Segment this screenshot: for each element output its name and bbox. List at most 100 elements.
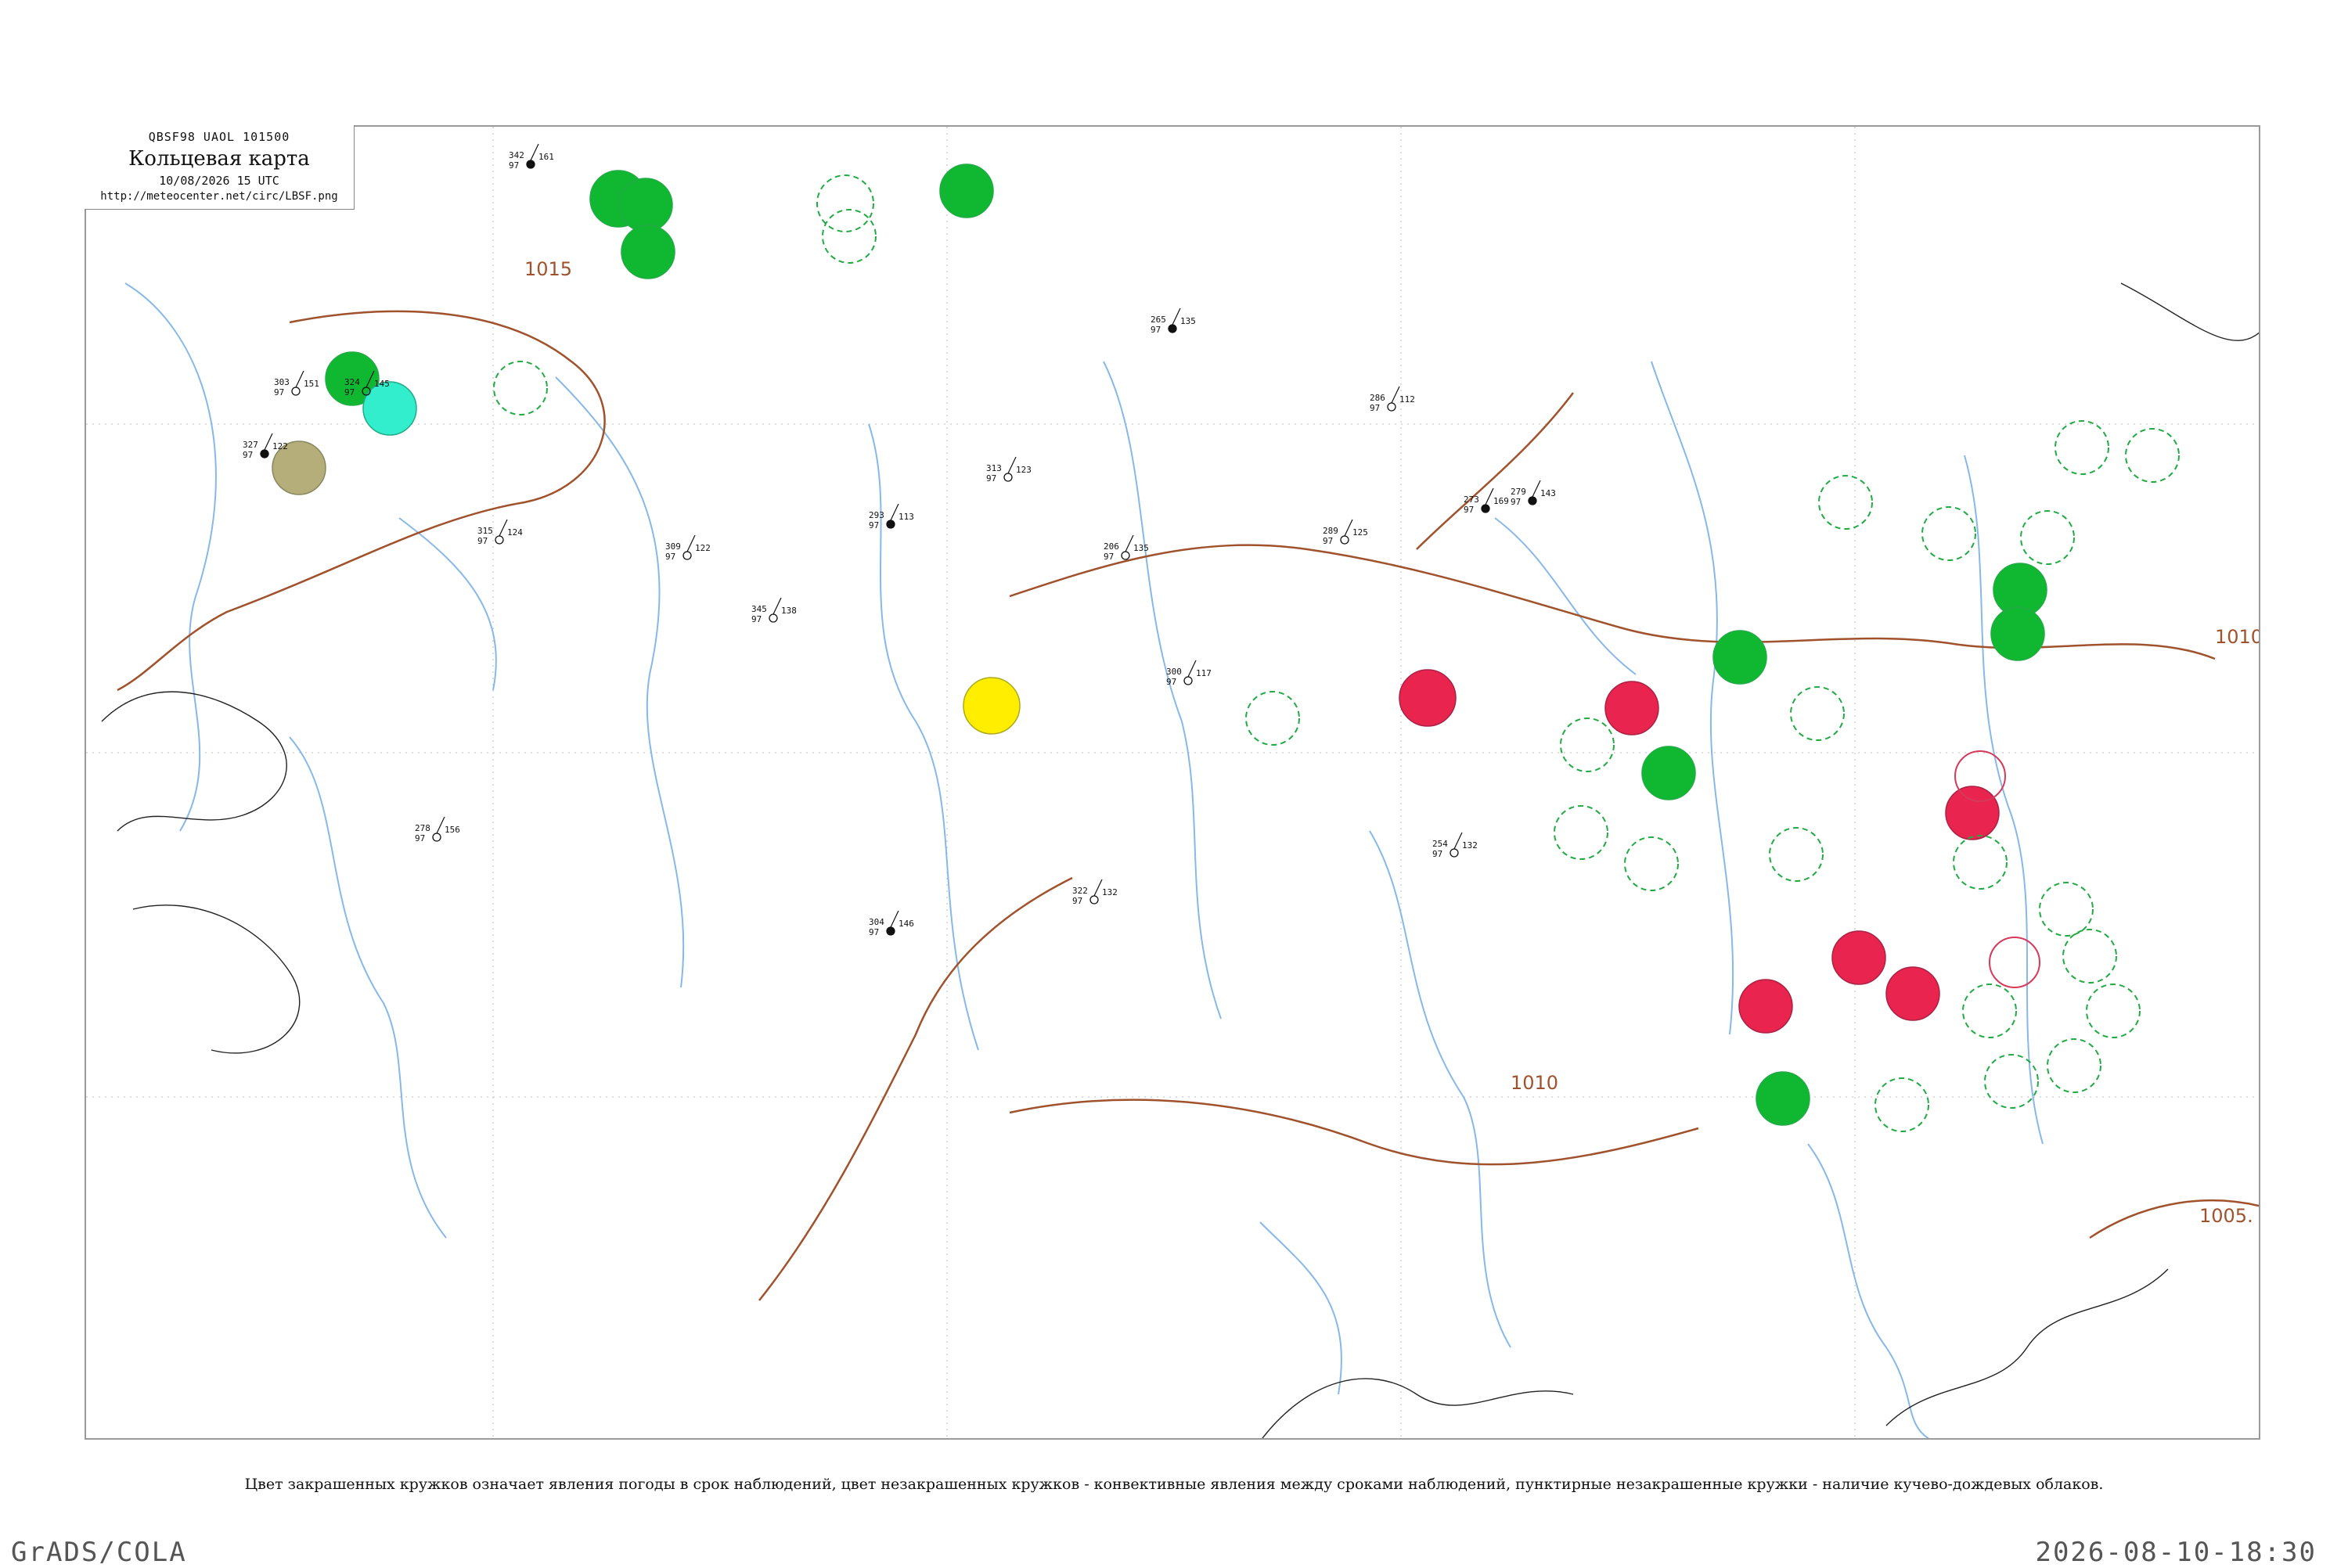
weather-circle-green	[618, 178, 673, 232]
station-temperature: 293	[869, 510, 884, 520]
station-pressure: 124	[507, 527, 523, 538]
station-dewpoint: 97	[274, 387, 284, 397]
station-pressure: 123	[1016, 465, 1032, 475]
wind-barb	[1453, 832, 1463, 850]
station-pressure: 145	[374, 379, 390, 389]
station-dewpoint: 97	[986, 473, 996, 484]
cb-circle	[1624, 836, 1679, 891]
station-circle	[495, 535, 504, 545]
station-pressure: 138	[781, 606, 797, 616]
map-title: Кольцевая карта	[128, 147, 310, 171]
map-url: http://meteocenter.net/circ/LBSF.png	[100, 190, 338, 203]
station-temperature: 300	[1166, 667, 1182, 677]
isobar-label: 1010	[1511, 1072, 1558, 1094]
rivers	[124, 282, 2044, 1438]
isobars	[117, 310, 2259, 1301]
station-plot: 29397 113	[869, 503, 914, 530]
coastlines	[101, 282, 2259, 1438]
wind-barb	[1172, 307, 1181, 325]
wind-barb	[686, 534, 696, 552]
station-pressure: 143	[1540, 488, 1556, 498]
weather-circle-red	[1831, 930, 1886, 985]
weather-circle-red	[1885, 966, 1940, 1021]
map-caption: Цвет закрашенных кружков означает явлени…	[244, 1476, 2104, 1493]
weather-circle-cyan	[362, 381, 417, 436]
wind-barb	[890, 503, 899, 521]
station-dewpoint: 97	[1370, 403, 1380, 413]
station-temperature: 289	[1323, 526, 1338, 536]
wind-barb	[1532, 480, 1541, 498]
station-temperature: 278	[415, 823, 430, 833]
weather-circle-green	[1756, 1071, 1810, 1126]
station-temperature: 322	[1072, 886, 1088, 896]
cb-circle	[1953, 835, 2008, 890]
station-dewpoint: 97	[1166, 677, 1176, 687]
wind-barb	[1344, 519, 1353, 537]
cb-circle	[2020, 510, 2075, 565]
cb-circle	[1818, 475, 1873, 530]
weather-circle-red	[1738, 979, 1793, 1034]
weather-map: 1015 1010 1005. 1010 3429716132497145303…	[86, 127, 2259, 1438]
station-dewpoint: 97	[415, 833, 425, 843]
station-circle	[1089, 895, 1099, 904]
station-dewpoint: 97	[1104, 552, 1114, 562]
cb-circle	[1245, 691, 1300, 746]
station-circle	[526, 160, 535, 169]
map-header: QBSF98 UAOL 101500 Кольцевая карта 10/08…	[85, 125, 355, 210]
station-temperature: 265	[1151, 315, 1166, 325]
weather-circle-red	[1399, 669, 1457, 727]
cb-circle	[1984, 1054, 2039, 1109]
station-circle	[769, 613, 778, 623]
station-pressure: 151	[304, 379, 319, 389]
station-dewpoint: 97	[869, 520, 879, 530]
station-pressure: 132	[1102, 887, 1118, 897]
station-pressure: 117	[1196, 668, 1212, 678]
station-plot: 30097 117	[1166, 660, 1212, 687]
cb-circle	[1962, 984, 2017, 1038]
station-dewpoint: 97	[1151, 325, 1161, 335]
station-dewpoint: 97	[477, 536, 488, 546]
cb-circle	[1560, 717, 1615, 772]
wind-barb	[1391, 386, 1400, 404]
wind-barb	[1007, 456, 1017, 474]
station-pressure: 161	[538, 152, 554, 162]
station-temperature: 327	[243, 440, 258, 450]
station-temperature: 309	[665, 541, 681, 552]
station-dewpoint: 97	[344, 387, 355, 397]
cb-circle	[1790, 686, 1845, 741]
station-circle	[1481, 504, 1490, 513]
station-temperature: 342	[509, 150, 524, 160]
station-temperature: 315	[477, 526, 493, 536]
station-circle	[1340, 535, 1349, 545]
station-pressure: 135	[1133, 543, 1149, 553]
station-temperature: 324	[344, 377, 360, 387]
station-plot: 28997 125	[1323, 519, 1368, 546]
station-plot: 26597 135	[1151, 307, 1196, 335]
station-plot: 34597 138	[751, 597, 797, 624]
station-plot: 27397 169	[1464, 487, 1509, 515]
footer-timestamp: 2026-08-10-18:30	[2035, 1537, 2317, 1568]
station-dewpoint: 97	[1511, 497, 1521, 507]
station-dewpoint: 97	[751, 614, 762, 624]
cb-circle	[2062, 929, 2117, 984]
cb-circle	[2047, 1038, 2101, 1093]
wind-barb	[1093, 879, 1103, 897]
station-circle	[260, 449, 269, 459]
station-pressure: 122	[272, 441, 288, 451]
station-pressure: 156	[445, 825, 460, 835]
station-circle	[1168, 324, 1177, 333]
station-temperature: 303	[274, 377, 290, 387]
station-plot: 27897 156	[415, 816, 460, 843]
station-circle	[1387, 402, 1396, 412]
station-temperature: 206	[1104, 541, 1119, 552]
cb-circle	[1874, 1077, 1929, 1132]
weather-circle-green	[1641, 746, 1696, 800]
station-plot: 30497 146	[869, 910, 914, 937]
wind-barb	[530, 143, 539, 161]
cb-circle	[2125, 428, 2180, 483]
station-dewpoint: 97	[243, 450, 253, 460]
isobar-label: 1005.	[2199, 1205, 2253, 1227]
station-pressure: 135	[1180, 316, 1196, 326]
map-time: 10/08/2026 15 UTC	[159, 174, 279, 188]
station-temperature: 286	[1370, 393, 1385, 403]
